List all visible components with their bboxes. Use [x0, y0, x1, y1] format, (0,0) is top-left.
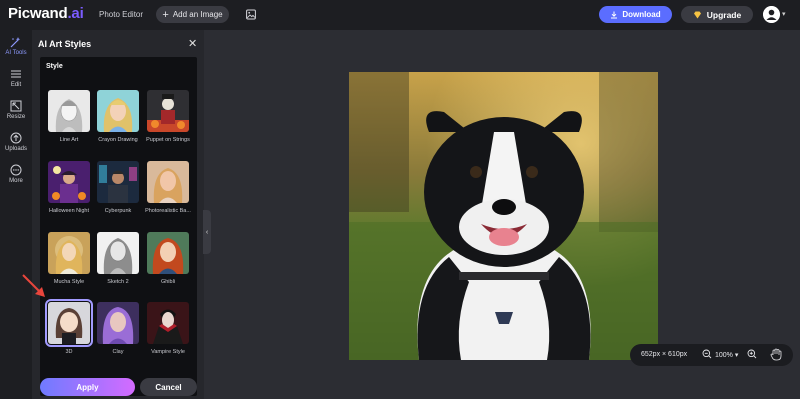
style-thumbnail — [48, 161, 90, 203]
rail-label: More — [9, 178, 23, 184]
rail-label: Edit — [10, 82, 22, 88]
style-section-label: Style — [46, 63, 63, 70]
style-thumbnail-selected — [45, 299, 93, 347]
style-label: 3D — [65, 349, 73, 355]
ai-tools-icon — [10, 37, 21, 48]
zoom-in-icon[interactable] — [747, 349, 757, 359]
rail-label: Uploads — [4, 146, 27, 152]
download-icon — [611, 11, 618, 18]
upload-icon — [10, 132, 22, 144]
chevron-down-icon[interactable]: ▾ — [782, 10, 786, 18]
diamond-icon — [693, 11, 701, 18]
style-thumbnail — [97, 302, 139, 344]
style-label: Mucha Style — [53, 279, 85, 285]
chevron-left-icon: ‹ — [205, 228, 209, 236]
plus-icon: + — [162, 8, 169, 21]
top-bar: Picwand.ai Photo Editor + Add an Image D… — [0, 0, 800, 30]
style-tile-vampire-style[interactable]: Vampire Style — [147, 302, 189, 355]
add-image-label: Add an Image — [172, 10, 223, 19]
download-label: Download — [622, 10, 661, 19]
canvas-dimensions: 652px × 610px — [641, 351, 688, 358]
style-tile-photorealistic[interactable]: Photorealistic Ba... — [145, 161, 191, 214]
style-tile-3d[interactable]: 3D — [45, 299, 93, 355]
style-label: Line Art — [59, 137, 79, 143]
hand-pan-icon[interactable] — [770, 348, 782, 361]
left-rail: AI Tools Edit Resize Uploads More — [0, 30, 32, 399]
menu-icon — [11, 70, 21, 78]
rail-edit[interactable]: Edit — [0, 68, 32, 88]
style-thumbnail — [97, 161, 139, 203]
user-avatar[interactable] — [763, 6, 780, 23]
download-button[interactable]: Download — [599, 6, 672, 23]
close-icon[interactable]: ✕ — [188, 37, 197, 50]
cancel-button[interactable]: Cancel — [140, 378, 197, 396]
style-label: Photorealistic Ba... — [145, 208, 191, 214]
style-label: Vampire Style — [151, 349, 185, 355]
logo[interactable]: Picwand.ai — [8, 5, 84, 22]
zoom-out-icon[interactable] — [702, 349, 712, 359]
more-icon — [10, 164, 22, 176]
zoom-bar: 652px × 610px 100% ▾ — [630, 344, 793, 366]
style-tile-cyberpunk[interactable]: Cyberpunk — [97, 161, 139, 214]
style-tile-puppet-on-strings[interactable]: Puppet on Strings — [146, 90, 190, 143]
style-tile-sketch-2[interactable]: Sketch 2 — [97, 232, 139, 285]
ai-art-styles-panel: AI Art Styles ✕ Style Line Art Crayon Dr… — [32, 30, 204, 399]
style-thumbnail — [97, 90, 139, 132]
style-label: Clay — [112, 349, 124, 355]
resize-icon — [10, 100, 22, 112]
style-label: Ghibli — [160, 279, 176, 285]
style-label: Halloween Night — [48, 208, 90, 214]
style-label: Puppet on Strings — [146, 137, 190, 143]
rail-uploads[interactable]: Uploads — [0, 132, 32, 152]
apply-button[interactable]: Apply — [40, 378, 135, 396]
add-image-button[interactable]: + Add an Image — [156, 6, 229, 23]
canvas-image[interactable] — [349, 72, 658, 360]
style-tile-clay[interactable]: Clay — [97, 302, 139, 355]
upgrade-button[interactable]: Upgrade — [681, 6, 753, 23]
style-label: Sketch 2 — [107, 279, 129, 285]
style-tile-line-art[interactable]: Line Art — [48, 90, 90, 143]
rail-label: Resize — [6, 114, 26, 120]
style-thumbnail — [48, 90, 90, 132]
style-thumbnail — [48, 232, 90, 274]
style-thumbnail — [147, 302, 189, 344]
style-thumbnail — [97, 232, 139, 274]
rail-more[interactable]: More — [0, 164, 32, 184]
style-tile-crayon-drawing[interactable]: Crayon Drawing — [97, 90, 139, 143]
annotation-arrow — [22, 274, 45, 297]
panel-title: AI Art Styles — [38, 39, 92, 49]
nav-photo-editor[interactable]: Photo Editor — [99, 10, 143, 19]
style-tile-ghibli[interactable]: Ghibli — [147, 232, 189, 285]
style-label: Crayon Drawing — [98, 137, 138, 143]
style-list: Style Line Art Crayon Drawing Puppet on … — [40, 57, 197, 396]
style-label: Cyberpunk — [104, 208, 132, 214]
rail-ai-tools[interactable]: AI Tools — [0, 36, 32, 56]
style-tile-mucha-style[interactable]: Mucha Style — [48, 232, 90, 285]
style-thumbnail — [147, 90, 189, 132]
panel-collapse-handle[interactable]: ‹ — [203, 210, 211, 254]
rail-resize[interactable]: Resize — [0, 100, 32, 120]
image-icon[interactable] — [246, 9, 256, 20]
style-tile-halloween-night[interactable]: Halloween Night — [48, 161, 90, 214]
zoom-level[interactable]: 100% ▾ — [715, 351, 738, 359]
upgrade-label: Upgrade — [706, 9, 742, 20]
rail-label: AI Tools — [5, 50, 27, 56]
style-thumbnail — [147, 161, 189, 203]
style-thumbnail — [147, 232, 189, 274]
